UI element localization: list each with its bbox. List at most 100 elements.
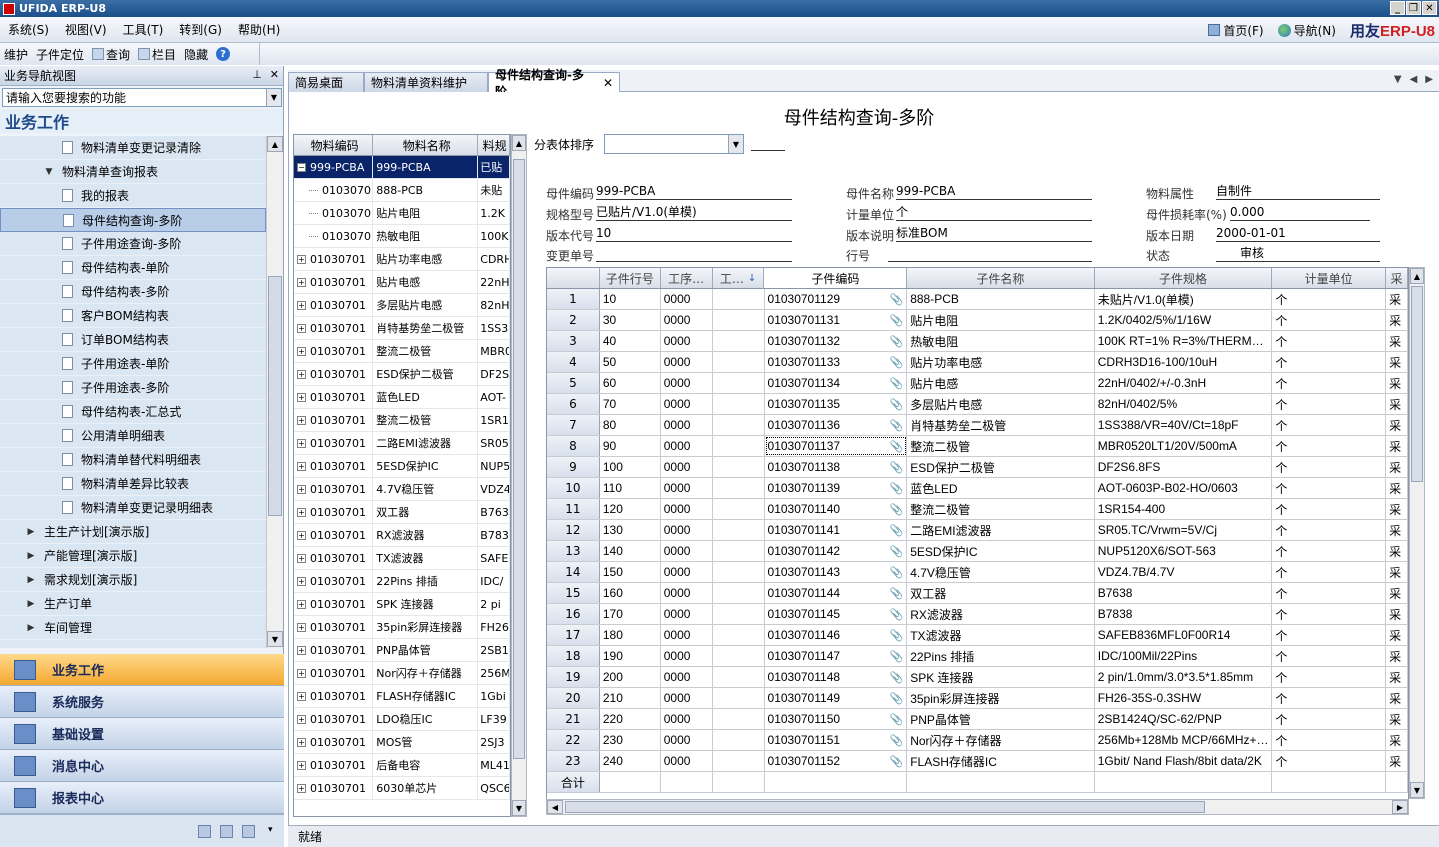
child-code-cell[interactable]: 01030701139 📎 xyxy=(765,478,908,498)
work-cell[interactable] xyxy=(713,751,765,771)
col-work[interactable]: 工… ↓ xyxy=(713,268,765,288)
table-row[interactable]: +01030701 二路EMI滤波器 SR05 xyxy=(294,432,510,455)
expand-icon[interactable]: + xyxy=(297,415,306,425)
nav-tree-item[interactable]: ▶ 需求规划[演示版] xyxy=(0,568,266,592)
child-name-cell[interactable]: ESD保护二极管 xyxy=(907,457,1095,477)
table-row[interactable]: +01030701 FLASH存储器IC 1Gbi xyxy=(294,685,510,708)
table-row[interactable]: 20 210 0000 01030701149 📎 35pin彩屏连接器 FH26-35S-… xyxy=(547,688,1408,709)
child-name-cell[interactable]: 肖特基势垒二极管 xyxy=(907,415,1095,435)
hide-button[interactable]: 隐藏 xyxy=(184,46,208,63)
purchase-cell[interactable]: 采 xyxy=(1386,625,1408,645)
operation-cell[interactable]: 0000 xyxy=(661,352,713,372)
menu-view[interactable]: 视图(V) xyxy=(57,21,115,38)
table-row[interactable]: +01030701 整流二极管 MBR0 xyxy=(294,340,510,363)
child-name-cell[interactable]: 5ESD保护IC xyxy=(907,541,1095,561)
child-code-cell[interactable]: 01030701140 📎 xyxy=(765,499,908,519)
child-line-cell[interactable]: 120 xyxy=(600,499,661,519)
child-code-cell[interactable]: 01030701148 📎 xyxy=(765,667,908,687)
operation-cell[interactable]: 0000 xyxy=(661,289,713,309)
purchase-cell[interactable]: 采 xyxy=(1386,646,1408,666)
columns-button[interactable]: 栏目 xyxy=(138,46,176,63)
paperclip-icon[interactable]: 📎 xyxy=(889,419,903,432)
table-row[interactable]: 22 230 0000 01030701151 📎 Nor闪存＋存储器 256Mb+128M… xyxy=(547,730,1408,751)
child-spec-cell[interactable]: 2 pin/1.0mm/3.0*3.5*1.85mm xyxy=(1095,667,1273,687)
table-row[interactable]: 01030701 热敏电阻 100K xyxy=(294,225,510,248)
col-unit[interactable]: 计量单位 xyxy=(1272,268,1387,288)
operation-cell[interactable]: 0000 xyxy=(661,562,713,582)
unit-cell[interactable]: 个 xyxy=(1272,394,1387,414)
table-row[interactable]: 1 10 0000 01030701129 📎 888-PCB 未贴片/V1.0(单模) 个 采 xyxy=(547,289,1408,310)
child-line-cell[interactable]: 230 xyxy=(600,730,661,750)
work-cell[interactable] xyxy=(713,625,765,645)
expand-icon[interactable]: + xyxy=(297,392,306,402)
purchase-cell[interactable]: 采 xyxy=(1386,478,1408,498)
nav-tree-item[interactable]: 母件结构表-汇总式 xyxy=(0,400,266,424)
work-cell[interactable] xyxy=(713,730,765,750)
operation-cell[interactable]: 0000 xyxy=(661,457,713,477)
child-name-cell[interactable]: 35pin彩屏连接器 xyxy=(907,688,1095,708)
child-name-cell[interactable]: 贴片电阻 xyxy=(907,310,1095,330)
collapsed-arrow-icon[interactable]: ▶ xyxy=(26,623,36,633)
child-line-cell[interactable]: 220 xyxy=(600,709,661,729)
table-row[interactable]: 01030701 贴片电阻 1.2K xyxy=(294,202,510,225)
table-row[interactable]: 6 70 0000 01030701135 📎 多层贴片电感 82nH/0402/5% 个 采 xyxy=(547,394,1408,415)
child-spec-cell[interactable]: CDRH3D16-100/10uH xyxy=(1095,352,1273,372)
work-cell[interactable] xyxy=(713,394,765,414)
child-name-cell[interactable]: Nor闪存＋存储器 xyxy=(907,730,1095,750)
scroll-left-icon[interactable]: ◀ xyxy=(547,800,563,814)
table-row[interactable]: +01030701 ESD保护二极管 DF2S xyxy=(294,363,510,386)
child-line-cell[interactable]: 180 xyxy=(600,625,661,645)
purchase-cell[interactable]: 采 xyxy=(1386,583,1408,603)
material-grid-scrollbar[interactable]: ▲ ▼ xyxy=(511,134,527,817)
purchase-cell[interactable]: 采 xyxy=(1386,352,1408,372)
expand-icon[interactable]: + xyxy=(297,369,306,379)
paperclip-icon[interactable]: 📎 xyxy=(889,503,903,516)
col-material-name[interactable]: 物料名称 xyxy=(373,135,479,155)
paperclip-icon[interactable]: 📎 xyxy=(889,671,903,684)
child-spec-cell[interactable]: 1Gbit/ Nand Flash/8bit data/2K xyxy=(1095,751,1273,771)
help-icon[interactable]: ? xyxy=(216,47,231,61)
child-line-cell[interactable]: 150 xyxy=(600,562,661,582)
operation-cell[interactable]: 0000 xyxy=(661,499,713,519)
child-spec-cell[interactable]: 1SS388/VR=40V/Ct=18pF xyxy=(1095,415,1273,435)
work-cell[interactable] xyxy=(713,520,765,540)
work-cell[interactable] xyxy=(713,562,765,582)
table-row[interactable]: +01030701 贴片功率电感 CDRH xyxy=(294,248,510,271)
operation-cell[interactable]: 0000 xyxy=(661,310,713,330)
child-line-cell[interactable]: 240 xyxy=(600,751,661,771)
nav-module-button[interactable]: 业务工作 xyxy=(0,654,284,686)
home-button[interactable]: 首页(F) xyxy=(1208,22,1264,39)
work-cell[interactable] xyxy=(713,667,765,687)
paperclip-icon[interactable]: 📎 xyxy=(889,314,903,327)
nav-module-button[interactable]: 系统服务 xyxy=(0,686,284,718)
purchase-cell[interactable]: 采 xyxy=(1386,688,1408,708)
purchase-cell[interactable]: 采 xyxy=(1386,709,1408,729)
grid-icon[interactable] xyxy=(220,825,233,838)
child-line-cell[interactable]: 90 xyxy=(600,436,661,456)
child-spec-cell[interactable]: 未贴片/V1.0(单模) xyxy=(1095,289,1273,309)
nav-tree-item[interactable]: ▶ 产能管理[演示版] xyxy=(0,544,266,568)
child-code-cell[interactable]: 01030701132 📎 xyxy=(765,331,908,351)
col-child-spec[interactable]: 子件规格 xyxy=(1095,268,1273,288)
child-code-cell[interactable]: 01030701136 📎 xyxy=(765,415,908,435)
child-spec-cell[interactable]: B7838 xyxy=(1095,604,1273,624)
table-row[interactable]: 5 60 0000 01030701134 📎 贴片电感 22nH/0402/+/-0.3n… xyxy=(547,373,1408,394)
table-row[interactable]: 16 170 0000 01030701145 📎 RX滤波器 B7838 个 采 xyxy=(547,604,1408,625)
expand-icon[interactable]: + xyxy=(297,300,306,310)
unit-cell[interactable]: 个 xyxy=(1272,520,1387,540)
col-child-code[interactable]: 子件编码 xyxy=(764,268,908,288)
work-cell[interactable] xyxy=(713,373,765,393)
unit-cell[interactable]: 个 xyxy=(1272,646,1387,666)
child-code-cell[interactable]: 01030701138 📎 xyxy=(765,457,908,477)
child-spec-cell[interactable]: FH26-35S-0.3SHW xyxy=(1095,688,1273,708)
unit-cell[interactable]: 个 xyxy=(1272,499,1387,519)
child-code-cell[interactable]: 01030701134 📎 xyxy=(765,373,908,393)
nav-tree-item[interactable]: ▶ 生产订单 xyxy=(0,592,266,616)
expand-icon[interactable]: + xyxy=(297,645,306,655)
paperclip-icon[interactable]: 📎 xyxy=(889,692,903,705)
child-code-cell[interactable]: 01030701133 📎 xyxy=(765,352,908,372)
unit-cell[interactable]: 个 xyxy=(1272,373,1387,393)
operation-cell[interactable]: 0000 xyxy=(661,709,713,729)
child-code-cell[interactable]: 01030701142 📎 xyxy=(765,541,908,561)
expand-icon[interactable]: + xyxy=(297,507,306,517)
